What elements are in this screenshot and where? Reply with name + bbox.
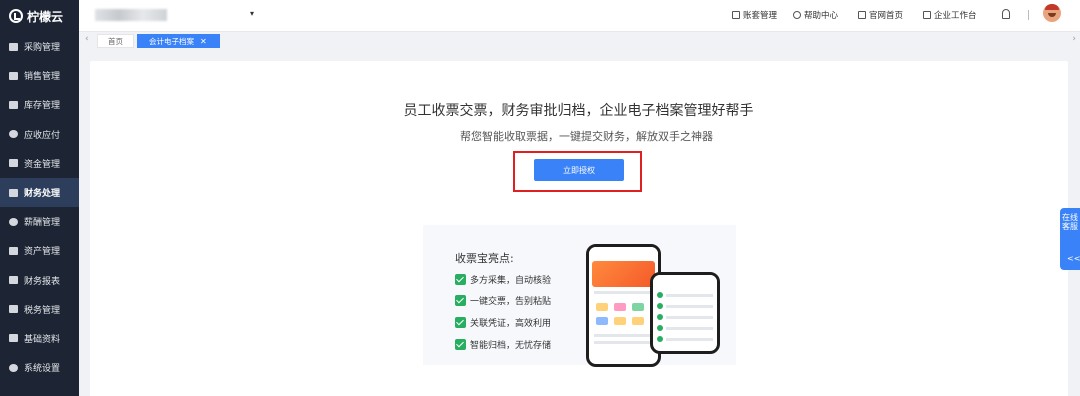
sidebar-item-label: 资金管理: [24, 159, 61, 170]
page-headline: 员工收票交票，财务审批归档，企业电子档案管理好帮手: [403, 103, 754, 119]
purchase-icon: [9, 42, 18, 51]
sidebar-item-label: 采购管理: [24, 43, 61, 54]
sidebar-item-settings[interactable]: 系统设置: [0, 353, 79, 382]
feature-text: 一键交票，告别粘贴: [470, 297, 552, 307]
sidebar-item-funds[interactable]: 资金管理: [0, 149, 79, 178]
feature-item: 关联凭证，高效利用: [455, 316, 551, 329]
sidebar-item-sales[interactable]: 销售管理: [0, 61, 79, 90]
payroll-icon: [9, 217, 18, 226]
assets-icon: [9, 246, 18, 255]
finance-icon: [9, 188, 18, 197]
phone-mockup-list: [650, 272, 720, 354]
sidebar-item-label: 销售管理: [24, 72, 61, 83]
account-management-link[interactable]: 账套管理: [732, 9, 777, 21]
enterprise-workbench-label: 企业工作台: [934, 11, 977, 21]
sidebar-item-label: 财务报表: [24, 276, 61, 287]
sidebar-item-label: 税务管理: [24, 305, 61, 316]
sidebar-item-payroll[interactable]: 薪酬管理: [0, 207, 79, 236]
sidebar-item-label: 资产管理: [24, 247, 61, 258]
funds-icon: [9, 159, 18, 168]
help-center-link[interactable]: 帮助中心: [793, 9, 838, 21]
sidebar-item-reports[interactable]: 财务报表: [0, 266, 79, 295]
feature-text: 智能归档，无忧存储: [470, 341, 552, 351]
feature-item: 多方采集，自动核验: [455, 273, 551, 286]
tenant-name[interactable]: [95, 9, 167, 21]
tab-label: 会计电子档案: [149, 36, 194, 46]
tabs-bar: ‹ 首页 会计电子档案 ✕ ›: [79, 32, 1080, 49]
help-center-label: 帮助中心: [804, 11, 839, 21]
features-title: 收票宝亮点:: [455, 252, 514, 265]
feature-item: 一键交票，告别粘贴: [455, 294, 551, 307]
account-book-icon: [732, 11, 740, 19]
avatar[interactable]: [1043, 4, 1061, 22]
gear-icon: [9, 363, 18, 372]
sidebar-item-finance[interactable]: 财务处理: [0, 177, 79, 208]
tab-accounting-archive[interactable]: 会计电子档案 ✕: [137, 34, 220, 48]
reports-icon: [9, 276, 18, 285]
tax-icon: [9, 305, 18, 314]
feature-item: 智能归档，无忧存储: [455, 338, 551, 351]
checkbox-checked-icon: [455, 274, 466, 285]
close-icon[interactable]: ✕: [200, 37, 207, 46]
sidebar-item-tax[interactable]: 税务管理: [0, 295, 79, 324]
logo-text: 柠檬云: [27, 9, 64, 24]
enterprise-workbench-link[interactable]: 企业工作台: [923, 9, 977, 21]
basic-data-icon: [9, 334, 18, 343]
sidebar-item-label: 财务处理: [24, 189, 61, 200]
help-icon: [793, 11, 801, 19]
sidebar-item-assets[interactable]: 资产管理: [0, 236, 79, 265]
chevron-right-icon[interactable]: ›: [1072, 34, 1076, 44]
website-home-link[interactable]: 官网首页: [858, 9, 903, 21]
website-home-label: 官网首页: [869, 11, 904, 21]
checkbox-checked-icon: [455, 295, 466, 306]
bell-icon[interactable]: [1002, 9, 1010, 19]
authorize-button[interactable]: 立即授权: [534, 159, 624, 181]
monitor-icon: [923, 11, 931, 19]
page-subline: 帮您智能收取票据，一键提交财务，解放双手之神器: [460, 130, 713, 143]
account-management-label: 账套管理: [743, 11, 778, 21]
home-icon: [858, 11, 866, 19]
caret-down-icon[interactable]: ▾: [250, 9, 254, 18]
logo[interactable]: 柠檬云: [0, 0, 79, 32]
sidebar-item-basic-data[interactable]: 基础资料: [0, 324, 79, 353]
sales-icon: [9, 71, 18, 80]
sidebar-item-purchase[interactable]: 采购管理: [0, 32, 79, 61]
feature-text: 关联凭证，高效利用: [470, 319, 552, 329]
top-bar: ▾ 账套管理 帮助中心 官网首页 企业工作台: [79, 0, 1080, 32]
divider: [1028, 10, 1029, 20]
tab-home[interactable]: 首页: [97, 34, 134, 48]
feature-text: 多方采集，自动核验: [470, 276, 552, 286]
collapse-arrow-icon[interactable]: <<: [1067, 254, 1080, 263]
checkbox-checked-icon: [455, 317, 466, 328]
chevron-left-icon[interactable]: ‹: [85, 34, 89, 44]
checkbox-checked-icon: [455, 339, 466, 350]
sidebar-item-label: 薪酬管理: [24, 218, 61, 229]
app-root: 柠檬云 采购管理 销售管理 库存管理 应收应付 资金管理 财务处理 薪酬管理 资…: [0, 0, 1080, 396]
sidebar-item-label: 基础资料: [24, 334, 61, 345]
logo-icon: [9, 9, 23, 23]
sidebar: 柠檬云 采购管理 销售管理 库存管理 应收应付 资金管理 财务处理 薪酬管理 资…: [0, 0, 79, 396]
sidebar-item-label: 系统设置: [24, 364, 61, 375]
